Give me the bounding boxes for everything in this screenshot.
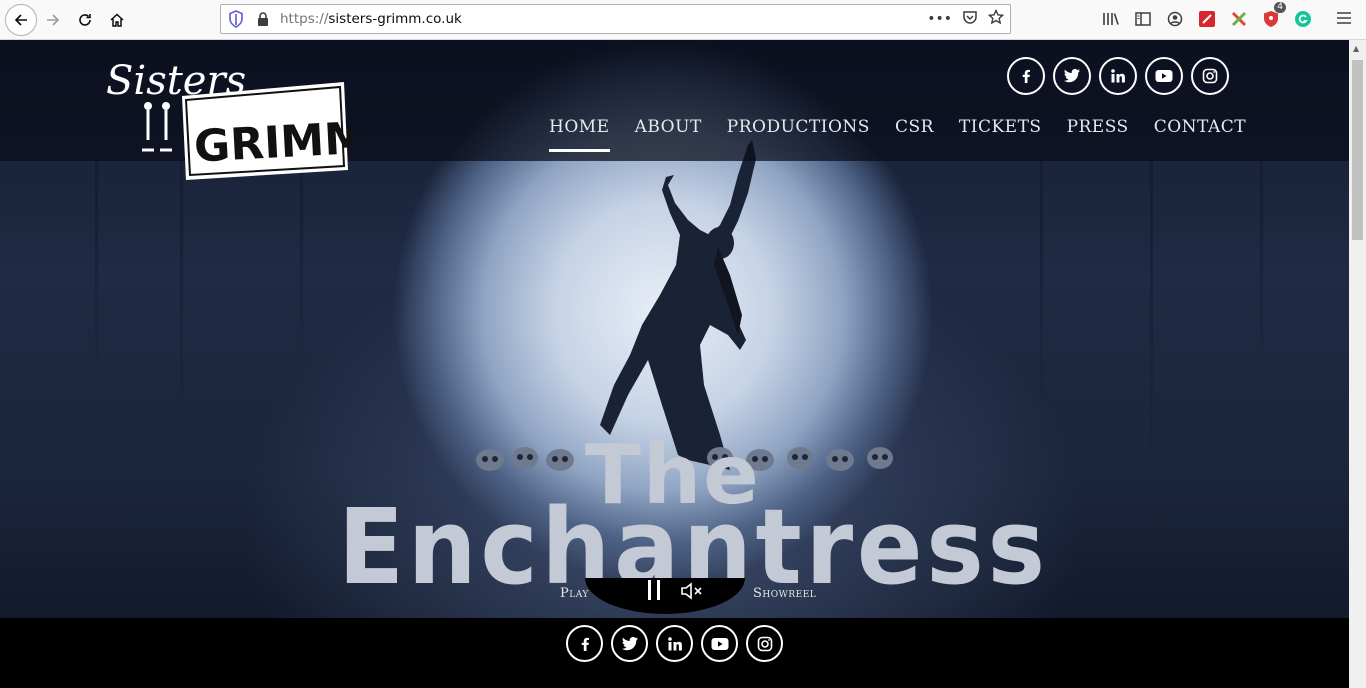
pdf-extension-icon[interactable] [1198, 10, 1216, 28]
arrow-left-icon [14, 14, 27, 26]
twitter-icon [621, 636, 638, 650]
hamburger-menu-icon[interactable] [1336, 9, 1352, 30]
youtube-link[interactable] [1145, 57, 1183, 95]
reload-icon [79, 14, 91, 26]
facebook-link[interactable] [566, 625, 603, 662]
nav-csr[interactable]: CSR [895, 117, 934, 152]
scrollbar-thumb[interactable] [1352, 60, 1363, 240]
nav-tickets[interactable]: TICKETS [959, 117, 1042, 152]
lock-icon[interactable] [257, 11, 269, 31]
home-icon [110, 13, 124, 27]
social-links-footer [566, 625, 783, 662]
nav-contact[interactable]: CONTACT [1154, 117, 1246, 152]
instagram-link[interactable] [746, 625, 783, 662]
home-button[interactable] [102, 5, 132, 35]
reload-button[interactable] [70, 5, 100, 35]
background-drip [95, 160, 98, 420]
svg-text:Sisters: Sisters [106, 58, 246, 104]
cross-extension-icon[interactable] [1230, 10, 1248, 28]
linkedin-icon [1111, 69, 1125, 83]
sisters-grimm-logo[interactable]: Sisters GRIMM [104, 52, 354, 182]
facebook-link[interactable] [1007, 57, 1045, 95]
nav-home[interactable]: HOME [549, 117, 610, 152]
play-label[interactable]: Play [560, 586, 589, 601]
extension-badge: 4 [1274, 2, 1286, 13]
mute-button[interactable] [680, 581, 704, 605]
url-text[interactable]: https://sisters-grimm.co.uk [280, 11, 462, 27]
tracking-shield-icon[interactable] [229, 10, 243, 32]
library-icon[interactable] [1102, 10, 1120, 28]
instagram-link[interactable] [1191, 57, 1229, 95]
svg-text:GRIMM: GRIMM [193, 113, 354, 173]
background-drip [180, 160, 183, 500]
shield-extension-icon[interactable]: 4 [1262, 2, 1286, 28]
account-icon[interactable] [1166, 10, 1184, 28]
pause-button[interactable] [648, 580, 664, 602]
linkedin-icon [667, 636, 682, 650]
linkedin-link[interactable] [656, 625, 693, 662]
pocket-icon[interactable] [962, 9, 978, 29]
showreel-label[interactable]: Showreel [753, 586, 816, 601]
page-scrollbar[interactable]: ▲ [1349, 40, 1366, 688]
social-links-header [1007, 57, 1229, 95]
background-drip [1150, 160, 1153, 540]
facebook-icon [1022, 69, 1030, 83]
twitter-link[interactable] [611, 625, 648, 662]
pause-icon [657, 580, 660, 600]
nav-about[interactable]: ABOUT [635, 117, 702, 152]
background-drip [300, 160, 303, 380]
forward-button[interactable] [38, 5, 68, 35]
nav-press[interactable]: PRESS [1067, 117, 1129, 152]
linkedin-link[interactable] [1099, 57, 1137, 95]
twitter-icon [1064, 68, 1080, 83]
pause-icon [648, 580, 651, 600]
browser-toolbar: https://sisters-grimm.co.uk ••• 4 [0, 0, 1366, 40]
youtube-icon [1155, 70, 1173, 82]
facebook-icon [581, 637, 589, 651]
bookmark-star-icon[interactable] [987, 8, 1005, 29]
twitter-link[interactable] [1053, 57, 1091, 95]
youtube-icon [711, 637, 728, 650]
speaker-muted-icon [681, 582, 702, 600]
background-drip [1040, 160, 1043, 460]
page-actions-icon[interactable]: ••• [927, 11, 952, 27]
instagram-icon [757, 636, 772, 651]
main-navigation: HOME ABOUT PRODUCTIONS CSR TICKETS PRESS… [549, 117, 1271, 152]
nav-productions[interactable]: PRODUCTIONS [727, 117, 870, 152]
background-drip [1260, 160, 1263, 400]
back-button[interactable] [5, 4, 37, 36]
grammarly-icon[interactable] [1294, 10, 1312, 28]
url-bar[interactable]: https://sisters-grimm.co.uk ••• [220, 4, 1011, 34]
sidebar-icon[interactable] [1134, 10, 1152, 28]
youtube-link[interactable] [701, 625, 738, 662]
scroll-up-arrow-icon[interactable]: ▲ [1353, 44, 1359, 53]
instagram-icon [1202, 68, 1218, 84]
arrow-right-icon [47, 14, 60, 26]
